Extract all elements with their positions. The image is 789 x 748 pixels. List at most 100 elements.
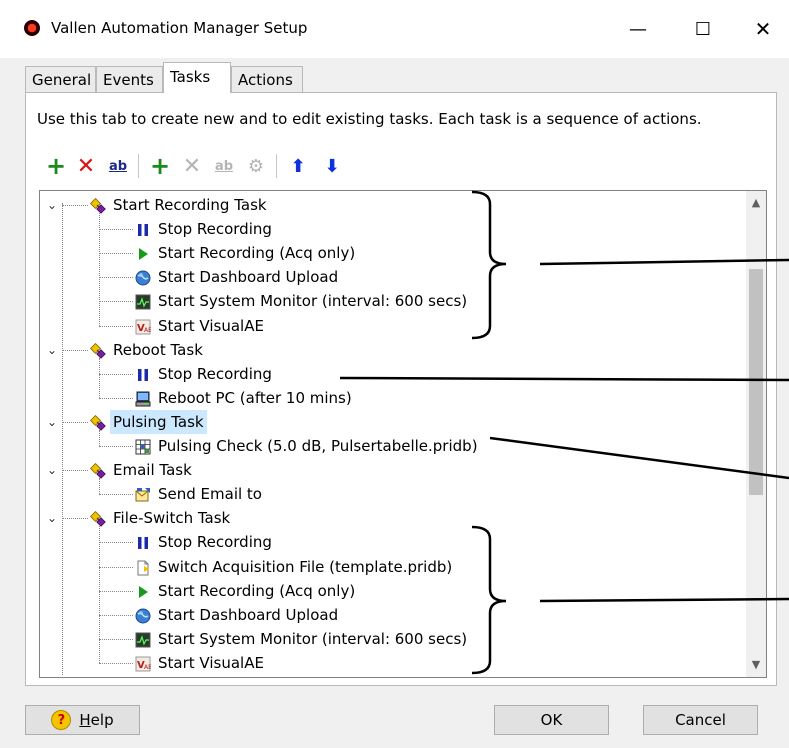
action-row[interactable]: Stop Recording bbox=[40, 362, 740, 386]
action-row[interactable]: VAE Start VisualAE bbox=[40, 651, 740, 675]
chevron-down-icon[interactable]: ⌄ bbox=[46, 410, 58, 434]
action-row[interactable]: Stop Recording bbox=[40, 530, 740, 554]
action-label: Send Email to bbox=[158, 485, 262, 504]
delete-task-button[interactable]: ✕ bbox=[74, 152, 98, 180]
help-icon: ? bbox=[51, 710, 72, 730]
action-label: Start Recording (Acq only) bbox=[158, 581, 356, 600]
tab-tasks[interactable]: Tasks bbox=[163, 62, 231, 93]
tree-connector bbox=[62, 349, 88, 351]
action-row[interactable]: Pulsing Check (5.0 dB, Pulsertabelle.pri… bbox=[40, 434, 740, 458]
edit-action-button[interactable]: ⚙ bbox=[244, 152, 268, 180]
task-icon bbox=[89, 414, 106, 431]
email-icon bbox=[135, 486, 151, 502]
tree-connector bbox=[99, 446, 133, 447]
tree-connector bbox=[99, 397, 133, 399]
rename-action-button[interactable]: ab bbox=[212, 152, 236, 180]
pause-icon bbox=[135, 366, 151, 382]
task-icon bbox=[89, 197, 106, 214]
tab-description: Use this tab to create new and to edit e… bbox=[37, 110, 702, 128]
tree-connector bbox=[99, 478, 100, 495]
task-row[interactable]: ⌄ Reboot Task bbox=[40, 338, 740, 362]
scroll-up-icon[interactable]: ▲ bbox=[746, 193, 766, 213]
task-row[interactable]: ⌄ Pulsing Task bbox=[40, 409, 740, 434]
svg-text:AE: AE bbox=[144, 664, 151, 671]
scroll-down-icon[interactable]: ▼ bbox=[746, 655, 766, 675]
tree-connector bbox=[99, 325, 133, 327]
tab-actions[interactable]: Actions bbox=[231, 66, 303, 92]
chevron-down-icon[interactable]: ⌄ bbox=[46, 458, 58, 482]
chevron-down-icon[interactable]: ⌄ bbox=[46, 506, 58, 530]
add-task-button[interactable]: + bbox=[44, 152, 68, 180]
tree-connector bbox=[99, 357, 100, 398]
action-label: Stop Recording bbox=[158, 364, 272, 383]
visualae-icon: VAE bbox=[135, 318, 152, 334]
globe-icon bbox=[135, 607, 151, 624]
close-button[interactable]: ✕ bbox=[740, 10, 786, 48]
play-icon bbox=[135, 583, 151, 599]
action-label: Start System Monitor (interval: 600 secs… bbox=[158, 629, 468, 648]
play-icon bbox=[135, 245, 151, 261]
tree-connector bbox=[99, 638, 133, 640]
task-row[interactable]: ⌄ Start Recording Task bbox=[40, 193, 740, 217]
scroll-thumb[interactable] bbox=[749, 269, 763, 495]
tree-connector bbox=[99, 542, 133, 544]
action-label: Start Dashboard Upload bbox=[158, 605, 339, 624]
action-row[interactable]: Stop Recording bbox=[40, 217, 740, 241]
action-label: Start System Monitor (interval: 600 secs… bbox=[158, 292, 468, 311]
tree-connector bbox=[99, 590, 133, 592]
visualae-icon: VAE bbox=[135, 655, 152, 672]
action-row[interactable]: Start Recording (Acq only) bbox=[40, 579, 740, 603]
chevron-down-icon[interactable]: ⌄ bbox=[46, 338, 58, 362]
maximize-button[interactable]: ☐ bbox=[680, 10, 726, 48]
task-tree[interactable]: ▲ ▼ ⌄ Start Recording Task Stop Recordin… bbox=[39, 190, 767, 678]
action-row[interactable]: Start System Monitor (interval: 600 secs… bbox=[40, 627, 740, 651]
chevron-down-icon[interactable]: ⌄ bbox=[46, 193, 58, 217]
action-label: Reboot PC (after 10 mins) bbox=[158, 388, 352, 407]
tree-connector bbox=[99, 526, 100, 663]
ok-button[interactable]: OK bbox=[494, 705, 609, 735]
tree-connector bbox=[62, 205, 88, 206]
task-icon bbox=[89, 510, 106, 528]
action-row[interactable]: Start System Monitor (interval: 600 secs… bbox=[40, 289, 740, 313]
help-label: Help bbox=[79, 711, 114, 729]
svg-text:AE: AE bbox=[144, 327, 151, 334]
help-button[interactable]: ? Help bbox=[25, 705, 140, 735]
tab-general[interactable]: General bbox=[25, 66, 96, 92]
window-title: Vallen Automation Manager Setup bbox=[51, 19, 308, 37]
task-row[interactable]: ⌄ File-Switch Task bbox=[40, 506, 740, 530]
title-bar: Vallen Automation Manager Setup — ☐ ✕ bbox=[0, 0, 789, 58]
action-label: Start VisualAE bbox=[158, 316, 264, 335]
action-row[interactable]: Switch Acquisition File (template.pridb) bbox=[40, 555, 740, 579]
cancel-button[interactable]: Cancel bbox=[643, 705, 758, 735]
delete-action-button[interactable]: ✕ bbox=[180, 152, 204, 180]
tree-connector bbox=[99, 566, 133, 568]
add-action-button[interactable]: + bbox=[148, 152, 172, 180]
minimize-button[interactable]: — bbox=[615, 10, 661, 48]
tab-events[interactable]: Events bbox=[96, 66, 163, 92]
task-label: Start Recording Task bbox=[113, 196, 267, 214]
pause-icon bbox=[135, 534, 151, 550]
action-row[interactable]: Start Recording (Acq only) bbox=[40, 241, 740, 265]
task-row[interactable]: ⌄ Email Task bbox=[40, 458, 740, 482]
action-label: Switch Acquisition File (template.pridb) bbox=[158, 557, 453, 576]
tree-connector bbox=[99, 494, 133, 496]
action-row[interactable]: Start Dashboard Upload bbox=[40, 265, 740, 289]
move-down-button[interactable]: ⬇ bbox=[320, 152, 344, 180]
action-label: Stop Recording bbox=[158, 533, 272, 552]
tree-connector bbox=[99, 253, 133, 255]
app-icon bbox=[24, 20, 40, 36]
action-row[interactable]: Send Email to bbox=[40, 482, 740, 506]
action-row[interactable]: Reboot PC (after 10 mins) bbox=[40, 386, 740, 410]
action-label: Start Recording (Acq only) bbox=[158, 244, 356, 263]
vertical-scrollbar[interactable]: ▲ ▼ bbox=[746, 191, 766, 677]
tree-connector bbox=[99, 662, 133, 664]
action-row[interactable]: VAE Start VisualAE bbox=[40, 314, 740, 338]
tree-connector bbox=[99, 213, 100, 326]
toolbar-separator bbox=[138, 154, 139, 178]
move-up-button[interactable]: ⬆ bbox=[286, 152, 310, 180]
tree-connector bbox=[99, 229, 133, 231]
tree-connector bbox=[62, 203, 63, 675]
rename-task-button[interactable]: ab bbox=[106, 152, 130, 180]
tree-connector bbox=[99, 373, 133, 375]
action-row[interactable]: Start Dashboard Upload bbox=[40, 603, 740, 627]
